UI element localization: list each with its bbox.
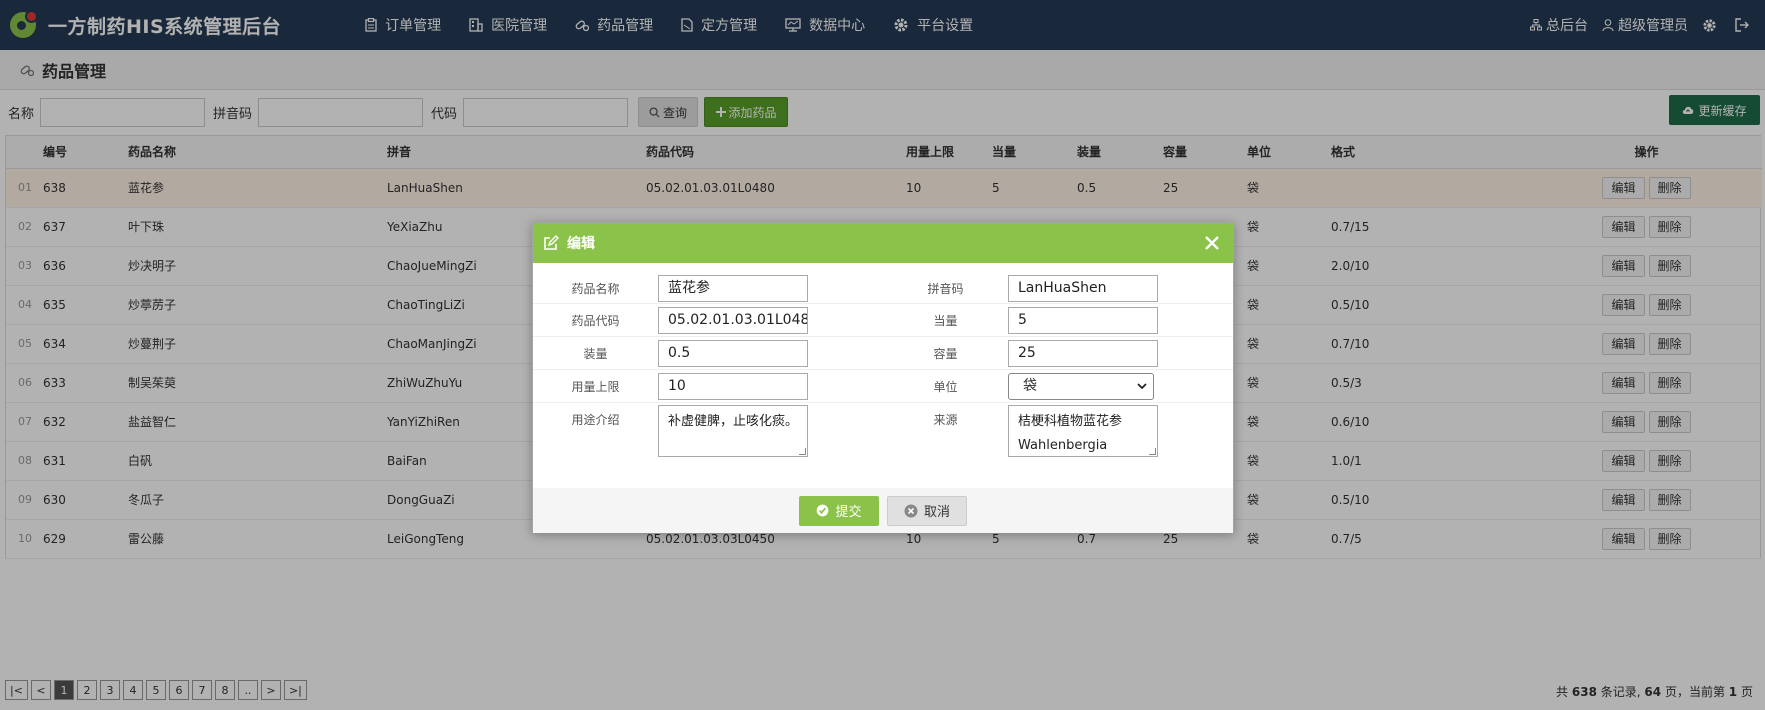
equivalent-label: 当量 [933, 314, 958, 328]
load-label: 装量 [583, 347, 608, 361]
unit-selected-value: 袋 [1023, 378, 1037, 394]
cancel-button[interactable]: 取消 [887, 495, 967, 526]
load-field[interactable]: 0.5 [658, 340, 808, 367]
drug-code-label: 药品代码 [571, 314, 620, 328]
usage-textarea[interactable]: 补虚健脾，止咳化痰。 [658, 405, 808, 457]
form-row: 药品代码 05.02.01.03.01L0480 当量 5 [533, 305, 1233, 337]
unit-label: 单位 [933, 380, 958, 394]
cancel-label: 取消 [923, 505, 950, 520]
pinyin-field[interactable]: LanHuaShen [1008, 274, 1158, 302]
submit-button[interactable]: 提交 [799, 495, 879, 526]
form-row: 装量 0.5 容量 25 [533, 338, 1233, 370]
form-row: 药品名称 蓝花参 拼音码 LanHuaShen [533, 273, 1233, 304]
pinyin-label: 拼音码 [927, 281, 964, 296]
drug-name-label: 药品名称 [571, 281, 620, 296]
equivalent-field[interactable]: 5 [1008, 307, 1158, 334]
dosage-limit-label: 用量上限 [571, 380, 620, 394]
drug-code-field[interactable]: 05.02.01.03.01L0480 [658, 307, 808, 334]
source-textarea[interactable]: 桔梗科植物蓝花参Wahlenbergia [1008, 405, 1158, 457]
unit-select[interactable]: 袋 [1008, 373, 1154, 400]
chevron-down-icon [1137, 383, 1147, 390]
dialog-body: 药品名称 蓝花参 拼音码 LanHuaShen 药品代码 05.02.01.03… [533, 263, 1233, 488]
source-label: 来源 [933, 413, 958, 427]
dialog-title: 编辑 [567, 236, 595, 252]
dialog-header: 编辑 [533, 223, 1233, 263]
check-circle-icon [817, 504, 829, 517]
close-icon[interactable] [1201, 232, 1223, 254]
usage-label: 用途介绍 [571, 413, 620, 427]
edit-icon [544, 235, 559, 250]
capacity-label: 容量 [933, 347, 958, 361]
submit-label: 提交 [835, 505, 862, 520]
close-circle-icon [904, 504, 918, 517]
edit-drug-dialog: 编辑 药品名称 蓝花参 拼音码 LanHuaShen 药品代码 05.02.01… [532, 222, 1234, 533]
capacity-field[interactable]: 25 [1008, 340, 1158, 367]
form-row: 用途介绍 补虚健脾，止咳化痰。 来源 桔梗科植物蓝花参Wahlenbergia [533, 405, 1233, 463]
form-row: 用量上限 10 单位 袋 [533, 371, 1233, 403]
drug-name-field[interactable]: 蓝花参 [658, 274, 808, 302]
dosage-limit-field[interactable]: 10 [658, 373, 808, 400]
dialog-footer: 提交 取消 [533, 488, 1233, 533]
